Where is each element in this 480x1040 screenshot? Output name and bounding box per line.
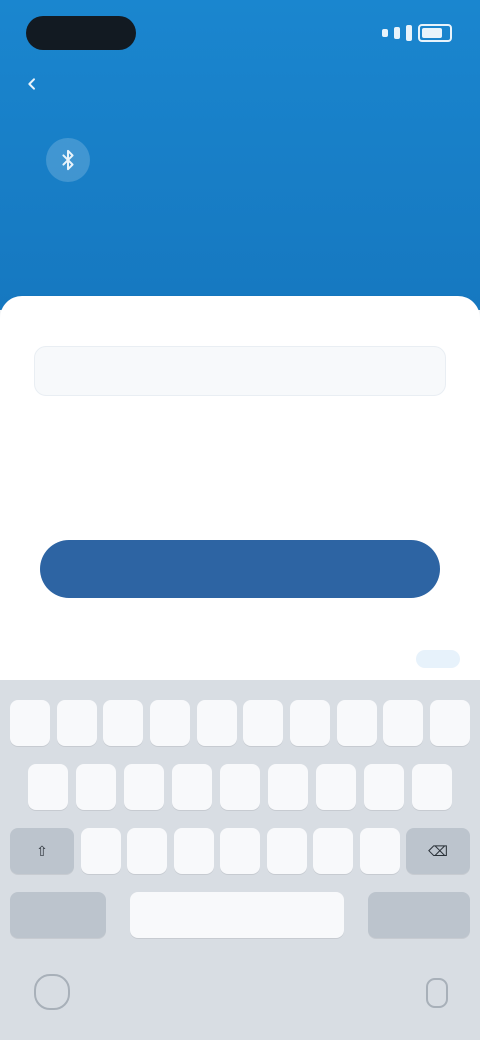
key[interactable] <box>196 700 237 746</box>
numbers-key[interactable] <box>10 892 106 938</box>
key[interactable] <box>173 828 214 874</box>
shift-key[interactable]: ⇧ <box>10 828 74 874</box>
content-sheet <box>0 296 480 690</box>
key[interactable] <box>359 828 400 874</box>
key[interactable] <box>383 700 424 746</box>
key[interactable] <box>429 700 470 746</box>
keyboard-bottom-bar <box>0 958 480 1040</box>
chevron-left-icon[interactable] <box>24 76 40 92</box>
globe-icon[interactable] <box>34 974 70 1010</box>
bluetooth-icon <box>46 138 90 182</box>
signal-bar-3 <box>406 25 412 41</box>
status-bar <box>0 12 480 52</box>
shift-icon: ⇧ <box>36 842 48 859</box>
key[interactable] <box>289 700 330 746</box>
key[interactable] <box>124 764 164 810</box>
keyboard-row-1 <box>10 700 470 746</box>
backspace-icon: ⌫ <box>428 842 448 859</box>
key[interactable] <box>76 764 116 810</box>
signal-bar-1 <box>382 29 388 37</box>
keyboard-row-3: ⇧ ⌫ <box>10 828 470 874</box>
key[interactable] <box>56 700 97 746</box>
predictive-chip[interactable] <box>416 650 460 668</box>
key[interactable] <box>266 828 307 874</box>
primary-button[interactable] <box>40 540 440 598</box>
backspace-key[interactable]: ⌫ <box>406 828 470 874</box>
key[interactable] <box>313 828 353 874</box>
key[interactable] <box>172 764 212 810</box>
return-key[interactable] <box>368 892 470 938</box>
key[interactable] <box>80 828 121 874</box>
key[interactable] <box>364 764 404 810</box>
key[interactable] <box>127 828 167 874</box>
key[interactable] <box>10 700 50 746</box>
key[interactable] <box>220 764 260 810</box>
key[interactable] <box>268 764 308 810</box>
text-field-container[interactable] <box>34 346 446 396</box>
hero <box>0 0 480 310</box>
status-pill <box>26 16 136 50</box>
key[interactable] <box>103 700 144 746</box>
keyboard-row-2 <box>28 764 452 810</box>
key[interactable] <box>243 700 284 746</box>
page-subtitle <box>40 232 340 252</box>
key[interactable] <box>220 828 260 874</box>
key[interactable] <box>28 764 68 810</box>
key[interactable] <box>412 764 452 810</box>
microphone-icon[interactable] <box>426 978 448 1008</box>
signal-bar-2 <box>394 27 400 39</box>
keyboard-row-4 <box>10 892 470 938</box>
key[interactable] <box>316 764 356 810</box>
battery-icon <box>418 24 452 42</box>
key[interactable] <box>149 700 190 746</box>
key[interactable] <box>336 700 377 746</box>
space-key[interactable] <box>130 892 344 938</box>
text-input[interactable] <box>53 361 427 381</box>
status-indicators <box>360 24 452 42</box>
